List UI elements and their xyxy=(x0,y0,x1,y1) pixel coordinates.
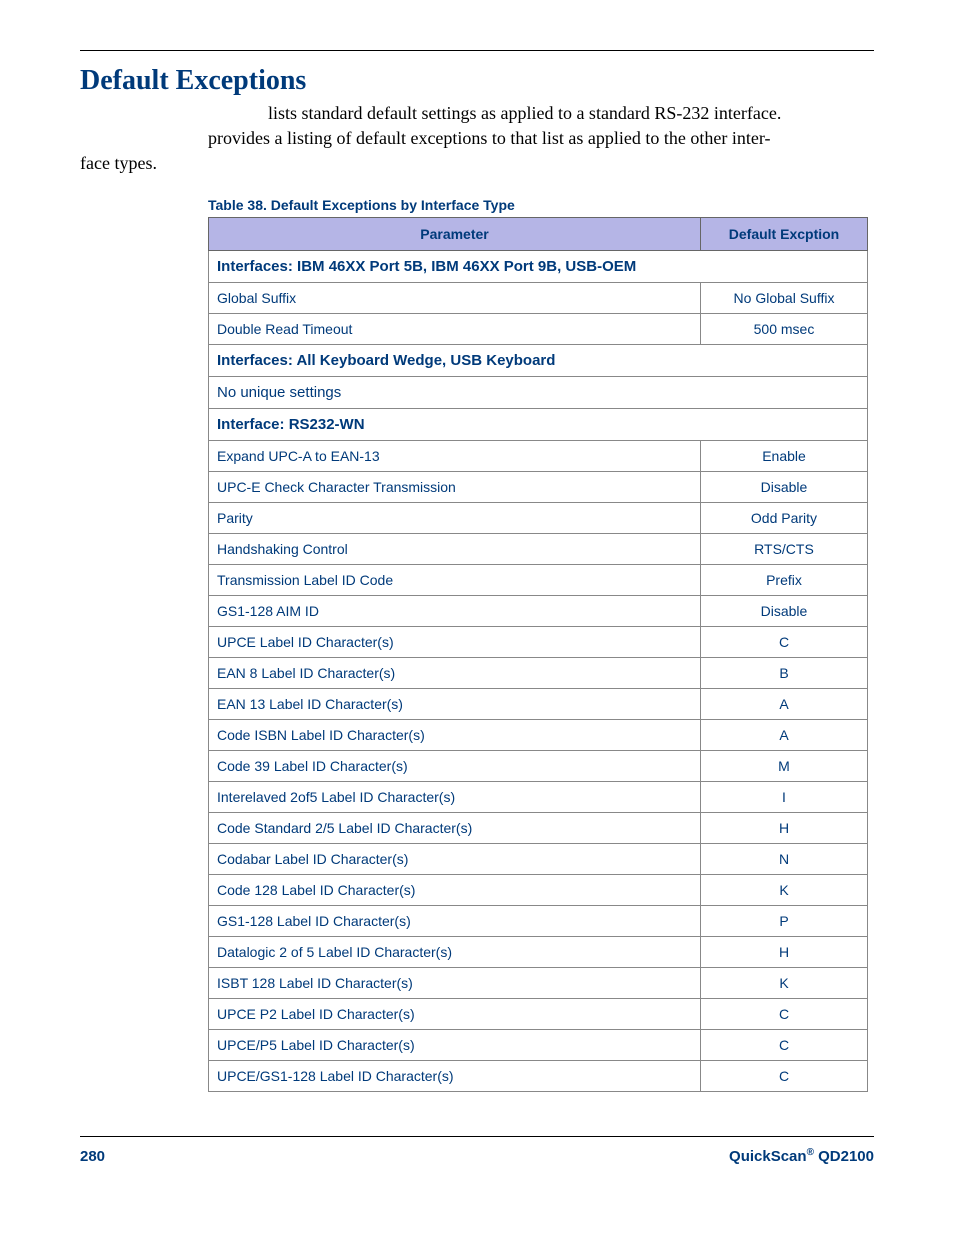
table-row: Code ISBN Label ID Character(s)A xyxy=(209,719,868,750)
table-row: EAN 8 Label ID Character(s)B xyxy=(209,657,868,688)
value-cell: Disable xyxy=(701,595,868,626)
value-cell: Enable xyxy=(701,440,868,471)
value-cell: K xyxy=(701,967,868,998)
param-cell: GS1-128 AIM ID xyxy=(209,595,701,626)
value-cell: Odd Parity xyxy=(701,502,868,533)
param-cell: Code 128 Label ID Character(s) xyxy=(209,874,701,905)
top-rule xyxy=(80,50,874,51)
param-cell: Code 39 Label ID Character(s) xyxy=(209,750,701,781)
param-cell: UPCE/P5 Label ID Character(s) xyxy=(209,1029,701,1060)
table-row: UPCE Label ID Character(s)C xyxy=(209,626,868,657)
intro-line-3: face types. xyxy=(208,151,874,176)
table-row: Datalogic 2 of 5 Label ID Character(s)H xyxy=(209,936,868,967)
col-parameter: Parameter xyxy=(209,217,701,250)
table-row: Code 39 Label ID Character(s)M xyxy=(209,750,868,781)
table-row: UPCE/GS1-128 Label ID Character(s)C xyxy=(209,1060,868,1091)
page-number: 280 xyxy=(80,1148,105,1165)
value-cell: C xyxy=(701,1029,868,1060)
table-row: Interelaved 2of5 Label ID Character(s)I xyxy=(209,781,868,812)
param-cell: Transmission Label ID Code xyxy=(209,564,701,595)
param-cell: GS1-128 Label ID Character(s) xyxy=(209,905,701,936)
plain-cell: No unique settings xyxy=(209,376,868,408)
param-cell: Expand UPC-A to EAN-13 xyxy=(209,440,701,471)
value-cell: H xyxy=(701,812,868,843)
table-row: GS1-128 Label ID Character(s)P xyxy=(209,905,868,936)
document-page: Default Exceptions lists standard defaul… xyxy=(0,0,954,1235)
value-cell: A xyxy=(701,688,868,719)
section-header-cell: Interface: RS232-WN xyxy=(209,408,868,440)
param-cell: Datalogic 2 of 5 Label ID Character(s) xyxy=(209,936,701,967)
param-cell: Parity xyxy=(209,502,701,533)
col-default-exception: Default Excption xyxy=(701,217,868,250)
param-cell: Interelaved 2of5 Label ID Character(s) xyxy=(209,781,701,812)
param-cell: Global Suffix xyxy=(209,282,701,313)
table-row: Expand UPC-A to EAN-13Enable xyxy=(209,440,868,471)
table-header-row: Parameter Default Excption xyxy=(209,217,868,250)
table-row: Interfaces: All Keyboard Wedge, USB Keyb… xyxy=(209,344,868,376)
value-cell: K xyxy=(701,874,868,905)
table-row: ParityOdd Parity xyxy=(209,502,868,533)
table-caption: Table 38. Default Exceptions by Interfac… xyxy=(208,197,874,213)
section-header-cell: Interfaces: All Keyboard Wedge, USB Keyb… xyxy=(209,344,868,376)
footer-rule xyxy=(80,1136,874,1137)
section-header-cell: Interfaces: IBM 46XX Port 5B, IBM 46XX P… xyxy=(209,250,868,282)
exceptions-table: Parameter Default Excption Interfaces: I… xyxy=(208,217,868,1092)
section-heading: Default Exceptions xyxy=(80,65,874,97)
param-cell: UPCE Label ID Character(s) xyxy=(209,626,701,657)
table-row: UPC-E Check Character TransmissionDisabl… xyxy=(209,471,868,502)
param-cell: ISBT 128 Label ID Character(s) xyxy=(209,967,701,998)
table-row: Interface: RS232-WN xyxy=(209,408,868,440)
param-cell: UPCE/GS1-128 Label ID Character(s) xyxy=(209,1060,701,1091)
value-cell: M xyxy=(701,750,868,781)
param-cell: Double Read Timeout xyxy=(209,313,701,344)
registered-mark: ® xyxy=(807,1147,814,1158)
param-cell: Code ISBN Label ID Character(s) xyxy=(209,719,701,750)
table-row: Codabar Label ID Character(s)N xyxy=(209,843,868,874)
table-row: Code 128 Label ID Character(s)K xyxy=(209,874,868,905)
intro-line-2: provides a listing of default exceptions… xyxy=(208,126,874,151)
product-name: QuickScan® QD2100 xyxy=(729,1147,874,1165)
intro-line-1: lists standard default settings as appli… xyxy=(208,101,874,126)
value-cell: C xyxy=(701,626,868,657)
table-row: ISBT 128 Label ID Character(s)K xyxy=(209,967,868,998)
value-cell: P xyxy=(701,905,868,936)
value-cell: RTS/CTS xyxy=(701,533,868,564)
intro-paragraph: lists standard default settings as appli… xyxy=(208,101,874,177)
param-cell: UPC-E Check Character Transmission xyxy=(209,471,701,502)
table-row: GS1-128 AIM IDDisable xyxy=(209,595,868,626)
table-row: Double Read Timeout500 msec xyxy=(209,313,868,344)
value-cell: No Global Suffix xyxy=(701,282,868,313)
param-cell: EAN 8 Label ID Character(s) xyxy=(209,657,701,688)
table-row: UPCE/P5 Label ID Character(s)C xyxy=(209,1029,868,1060)
value-cell: C xyxy=(701,998,868,1029)
table-row: No unique settings xyxy=(209,376,868,408)
table-row: Handshaking ControlRTS/CTS xyxy=(209,533,868,564)
value-cell: A xyxy=(701,719,868,750)
param-cell: EAN 13 Label ID Character(s) xyxy=(209,688,701,719)
table-row: Interfaces: IBM 46XX Port 5B, IBM 46XX P… xyxy=(209,250,868,282)
value-cell: 500 msec xyxy=(701,313,868,344)
param-cell: Handshaking Control xyxy=(209,533,701,564)
table-row: Transmission Label ID CodePrefix xyxy=(209,564,868,595)
param-cell: UPCE P2 Label ID Character(s) xyxy=(209,998,701,1029)
value-cell: C xyxy=(701,1060,868,1091)
value-cell: I xyxy=(701,781,868,812)
table-row: EAN 13 Label ID Character(s)A xyxy=(209,688,868,719)
value-cell: Disable xyxy=(701,471,868,502)
value-cell: N xyxy=(701,843,868,874)
page-footer: 280 QuickScan® QD2100 xyxy=(80,1136,874,1165)
value-cell: H xyxy=(701,936,868,967)
table-row: UPCE P2 Label ID Character(s)C xyxy=(209,998,868,1029)
param-cell: Code Standard 2/5 Label ID Character(s) xyxy=(209,812,701,843)
table-row: Code Standard 2/5 Label ID Character(s)H xyxy=(209,812,868,843)
value-cell: B xyxy=(701,657,868,688)
product-suffix: QD2100 xyxy=(814,1148,874,1165)
table-row: Global SuffixNo Global Suffix xyxy=(209,282,868,313)
param-cell: Codabar Label ID Character(s) xyxy=(209,843,701,874)
product-prefix: QuickScan xyxy=(729,1148,807,1165)
value-cell: Prefix xyxy=(701,564,868,595)
